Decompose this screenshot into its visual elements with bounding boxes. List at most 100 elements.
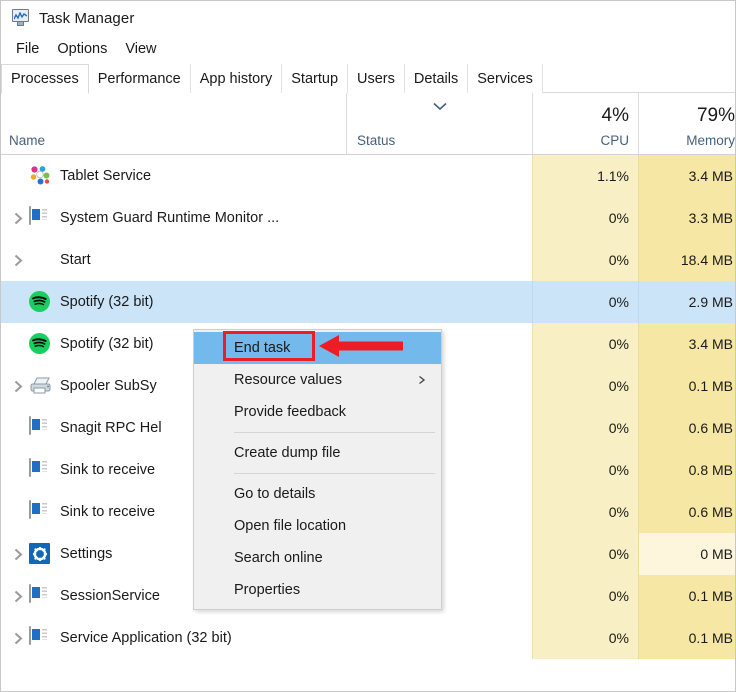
process-cpu-cell: 0% [532, 197, 638, 239]
tab-strip: Processes Performance App history Startu… [1, 63, 735, 93]
context-menu-item[interactable]: Go to details [194, 478, 441, 510]
process-name-label: Spotify (32 bit) [60, 294, 154, 310]
process-cpu-cell: 0% [532, 575, 638, 617]
process-name-cell[interactable]: System Guard Runtime Monitor ... [1, 197, 346, 239]
process-name-cell[interactable]: Tablet Service [1, 155, 346, 197]
process-memory-cell: 3.4 MB [638, 323, 735, 365]
chevron-down-icon [433, 102, 447, 111]
menu-item-file[interactable]: File [7, 39, 48, 59]
context-menu-item[interactable]: Open file location [194, 510, 441, 542]
process-icon [29, 207, 51, 229]
process-name-cell[interactable]: Spotify (32 bit) [1, 281, 346, 323]
tab-users[interactable]: Users [348, 64, 405, 93]
tab-app-history[interactable]: App history [191, 64, 283, 93]
process-memory-cell: 0.1 MB [638, 575, 735, 617]
process-name-cell[interactable]: Start [1, 239, 346, 281]
process-row[interactable]: System Guard Runtime Monitor ...0%3.3 MB [1, 197, 735, 239]
column-header-name[interactable]: Name [1, 93, 346, 154]
context-menu-item[interactable]: Provide feedback [194, 396, 441, 428]
expand-toggle[interactable] [7, 590, 29, 603]
chart-glyph [14, 12, 27, 21]
expand-toggle[interactable] [7, 212, 29, 225]
process-cpu-cell: 0% [532, 365, 638, 407]
context-menu-item[interactable]: Properties [194, 574, 441, 606]
process-cpu-cell: 0% [532, 239, 638, 281]
expand-chevron-icon[interactable] [14, 590, 23, 603]
expand-toggle[interactable] [7, 254, 29, 267]
context-menu-item[interactable]: Create dump file [194, 437, 441, 469]
process-name-label: Sink to receive [60, 504, 155, 520]
process-row[interactable]: Service Application (32 bit)0%0.1 MB [1, 617, 735, 659]
window-icon [29, 626, 31, 645]
window-icon [29, 206, 31, 225]
context-menu-separator [234, 432, 435, 433]
context-menu[interactable]: End taskResource valuesProvide feedback C… [193, 329, 442, 610]
process-memory-cell: 0.1 MB [638, 365, 735, 407]
process-row[interactable]: Start 0%18.4 MB [1, 239, 735, 281]
process-row[interactable]: Tablet Service 1.1%3.4 MB [1, 155, 735, 197]
tab-processes[interactable]: Processes [1, 64, 89, 94]
column-header-status[interactable]: Status [346, 93, 532, 154]
expand-toggle[interactable] [7, 632, 29, 645]
process-memory-cell: 3.4 MB [638, 155, 735, 197]
expand-toggle[interactable] [7, 548, 29, 561]
printer-icon [29, 382, 53, 399]
menu-item-options[interactable]: Options [48, 39, 116, 59]
column-header-memory[interactable]: 79% Memory [638, 93, 735, 154]
process-cpu-cell: 0% [532, 323, 638, 365]
process-name-label: Service Application (32 bit) [60, 630, 232, 646]
context-menu-item[interactable]: Search online [194, 542, 441, 574]
process-cpu-cell: 0% [532, 491, 638, 533]
memory-total-percent: 79% [697, 106, 735, 125]
menu-item-view[interactable]: View [116, 39, 165, 59]
tablet-service-icon [29, 174, 51, 191]
window-icon [29, 584, 31, 603]
process-icon [29, 501, 51, 523]
task-manager-window: Task Manager File Options View Processes… [0, 0, 736, 692]
title-bar: Task Manager [1, 1, 735, 35]
context-menu-item[interactable]: End task [194, 332, 441, 364]
process-memory-cell: 18.4 MB [638, 239, 735, 281]
column-header-name-label: Name [9, 134, 346, 148]
process-memory-cell: 0.8 MB [638, 449, 735, 491]
column-header-cpu[interactable]: 4% CPU [532, 93, 638, 154]
process-status-cell [346, 197, 532, 239]
tab-details[interactable]: Details [405, 64, 468, 93]
process-status-cell [346, 239, 532, 281]
process-cpu-cell: 1.1% [532, 155, 638, 197]
process-icon [29, 249, 51, 271]
column-header-cpu-label: CPU [600, 134, 629, 148]
process-name-label: Spotify (32 bit) [60, 336, 154, 352]
tab-services[interactable]: Services [468, 64, 543, 93]
process-name-label: System Guard Runtime Monitor ... [60, 210, 279, 226]
process-row[interactable]: Spotify (32 bit) 0%2.9 MB [1, 281, 735, 323]
column-header-memory-label: Memory [686, 134, 735, 148]
process-cpu-cell: 0% [532, 281, 638, 323]
expand-chevron-icon[interactable] [14, 380, 23, 393]
process-name-label: Sink to receive [60, 462, 155, 478]
expand-toggle[interactable] [7, 380, 29, 393]
process-memory-cell: 2.9 MB [638, 281, 735, 323]
expand-chevron-icon[interactable] [14, 212, 23, 225]
context-menu-item[interactable]: Resource values [194, 364, 441, 396]
window-title: Task Manager [39, 10, 134, 27]
context-menu-separator [234, 473, 435, 474]
process-name-label: Spooler SubSy [60, 378, 157, 394]
process-memory-cell: 0.6 MB [638, 491, 735, 533]
expand-chevron-icon[interactable] [14, 632, 23, 645]
process-name-cell[interactable]: Service Application (32 bit) [1, 617, 346, 659]
process-memory-cell: 0 MB [638, 533, 735, 575]
tab-performance[interactable]: Performance [89, 64, 191, 93]
process-cpu-cell: 0% [532, 407, 638, 449]
process-icon [29, 165, 51, 187]
process-cpu-cell: 0% [532, 533, 638, 575]
menu-bar: File Options View [1, 35, 735, 63]
process-name-label: Start [60, 252, 91, 268]
submenu-chevron-icon [418, 376, 427, 385]
column-header-status-label: Status [357, 134, 395, 148]
expand-chevron-icon[interactable] [14, 254, 23, 267]
tab-startup[interactable]: Startup [282, 64, 348, 93]
expand-chevron-icon[interactable] [14, 548, 23, 561]
process-memory-cell: 0.1 MB [638, 617, 735, 659]
process-icon [29, 333, 51, 355]
